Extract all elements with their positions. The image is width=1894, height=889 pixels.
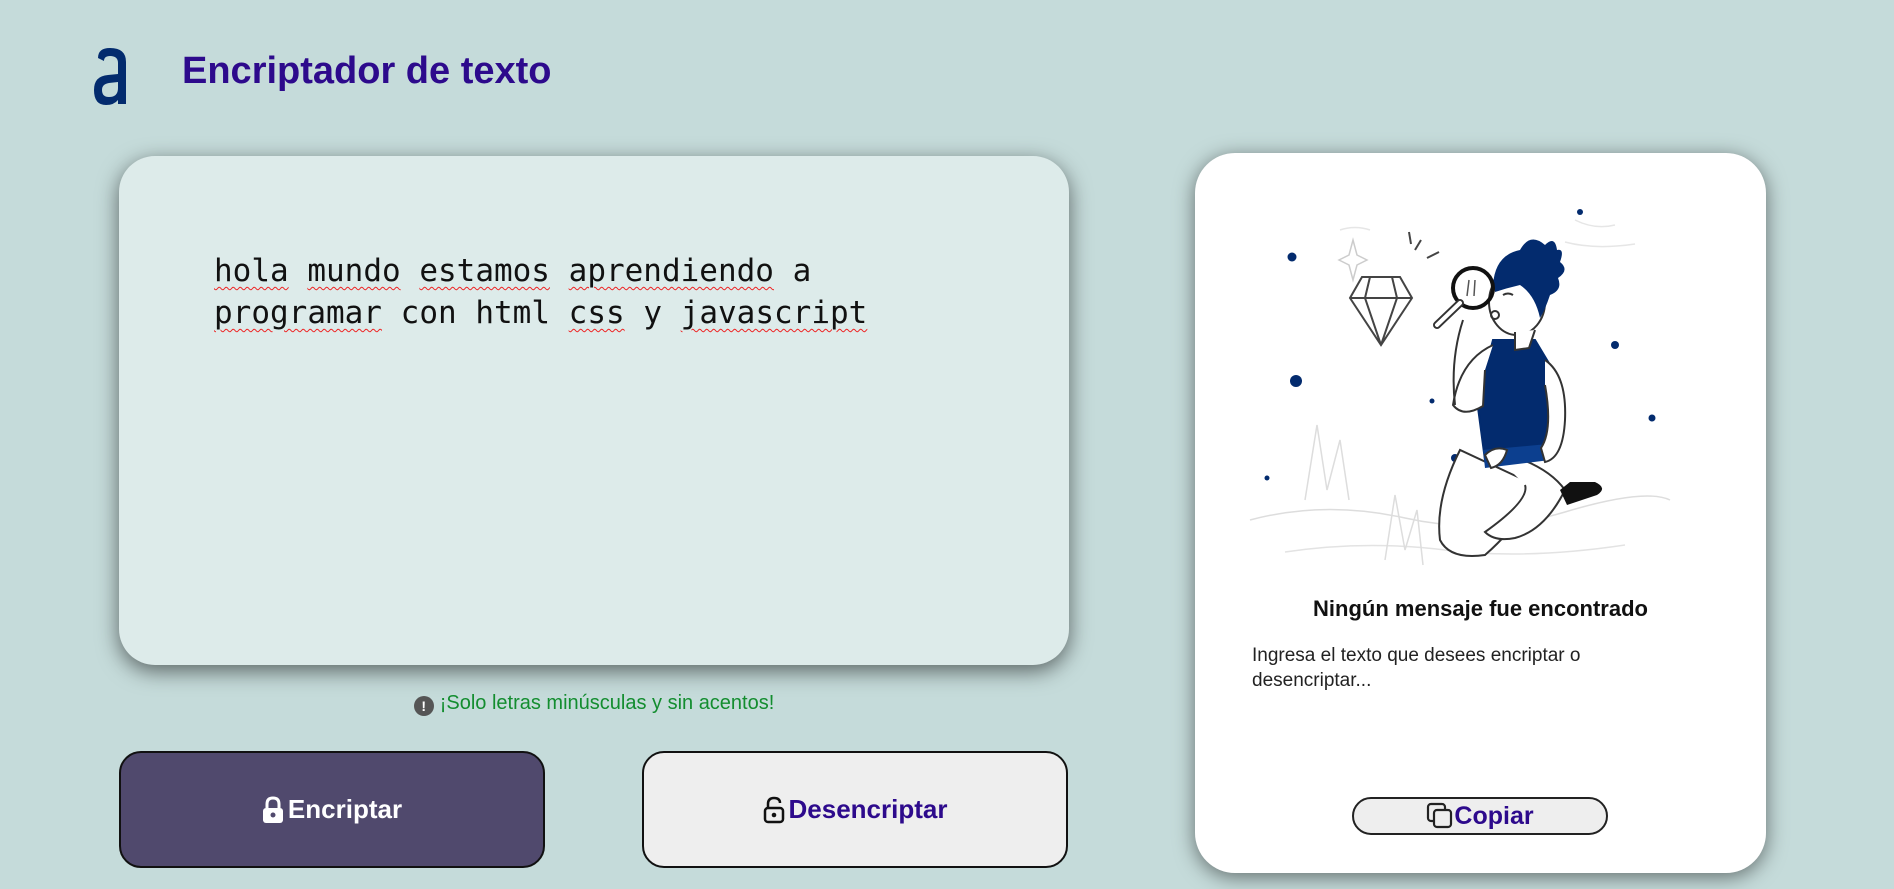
input-word: javascript (680, 295, 868, 331)
input-word: css (568, 295, 625, 331)
input-word: con (400, 295, 457, 331)
unlock-icon (763, 796, 784, 823)
encrypt-button[interactable]: Encriptar (119, 751, 545, 868)
input-word: hola (214, 253, 289, 289)
input-word: a (792, 253, 812, 289)
page-title: Encriptador de texto (182, 50, 552, 92)
copy-button[interactable]: Copiar (1352, 797, 1608, 835)
input-word: mundo (307, 253, 401, 289)
encrypt-button-label: Encriptar (287, 794, 403, 824)
copy-button-label: Copiar (1454, 801, 1534, 830)
text-input-value[interactable]: hola mundo estamos aprendiendo a program… (214, 250, 914, 334)
person-with-magnifying-glass-illustration (1249, 209, 1671, 566)
lock-icon (262, 795, 283, 823)
input-word: y (643, 295, 662, 331)
text-input-area[interactable] (119, 156, 1069, 665)
hint-text: ¡Solo letras minúsculas y sin acentos! (439, 692, 775, 714)
output-description: Ingresa el texto que desees encriptar o … (1252, 645, 1581, 691)
input-word: estamos (419, 253, 550, 289)
output-title: Ningún mensaje fue encontrado (1313, 596, 1648, 621)
input-word: html (475, 295, 550, 331)
input-word: programar (214, 295, 382, 331)
input-hint: ! ¡Solo letras minúsculas y sin acentos! (0, 692, 1188, 716)
input-word: aprendiendo (568, 253, 774, 289)
alura-logo-icon (94, 48, 126, 105)
exclamation-circle-icon: ! (413, 696, 434, 716)
copy-icon (1427, 802, 1453, 829)
decrypt-button-label: Desencriptar (788, 794, 948, 824)
decrypt-button[interactable]: Desencriptar (642, 751, 1068, 868)
